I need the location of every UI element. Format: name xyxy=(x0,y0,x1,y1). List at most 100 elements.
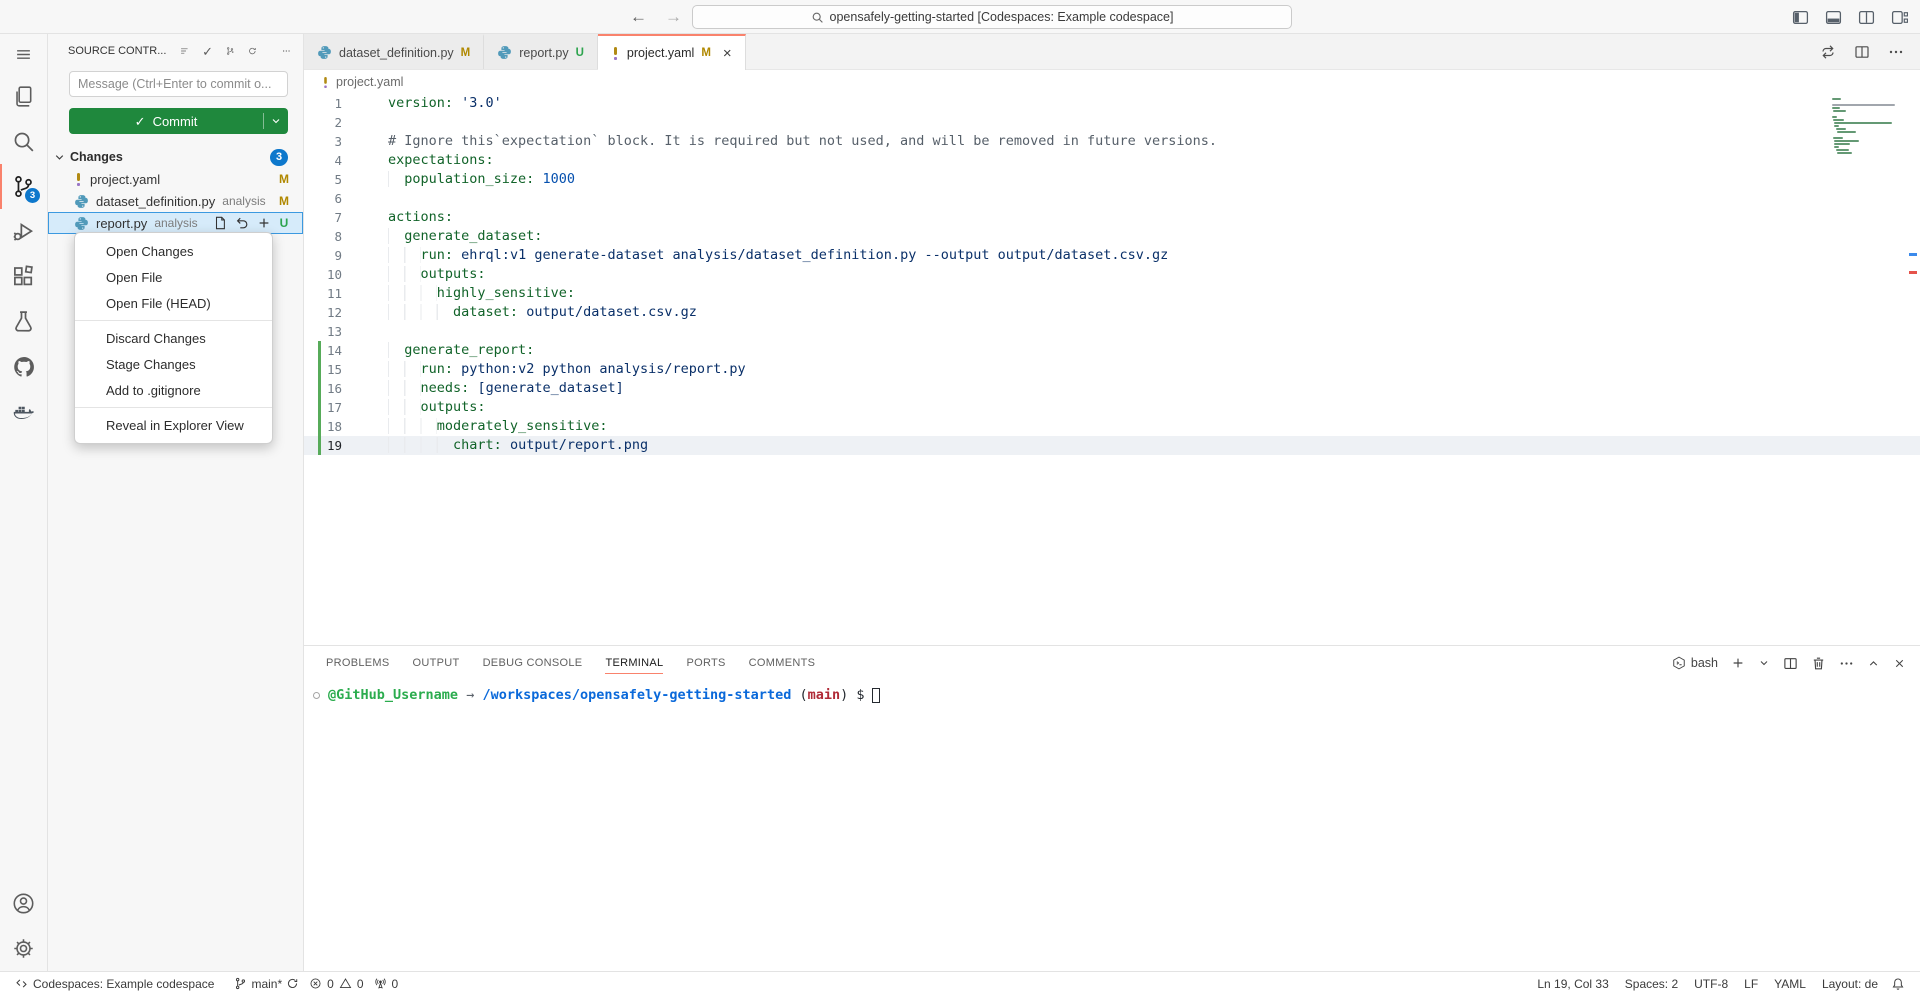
minimap[interactable] xyxy=(1832,98,1906,155)
command-center-search[interactable]: opensafely-getting-started [Codespaces: … xyxy=(692,5,1292,29)
source-control-view-icon[interactable]: 3 xyxy=(0,164,47,209)
line-number: 19 xyxy=(321,436,342,455)
scm-file-row[interactable]: project.yamlM xyxy=(48,168,303,190)
code-line[interactable]: 17 outputs: xyxy=(304,398,1920,417)
code-line[interactable]: 19 chart: output/report.png xyxy=(304,436,1920,455)
github-icon[interactable] xyxy=(0,344,47,389)
code-line[interactable]: 9 run: ehrql:v1 generate-dataset analysi… xyxy=(304,246,1920,265)
changes-section-header[interactable]: Changes 3 xyxy=(48,146,303,168)
more-actions-icon[interactable] xyxy=(1888,44,1904,60)
code-line[interactable]: 14 generate_report: xyxy=(304,341,1920,360)
status-item[interactable]: UTF-8 xyxy=(1686,977,1736,991)
ports-indicator[interactable]: 0 xyxy=(369,972,404,995)
code-line[interactable]: 16 needs: [generate_dataset] xyxy=(304,379,1920,398)
code-line[interactable]: 13 xyxy=(304,322,1920,341)
run-debug-icon[interactable] xyxy=(0,209,47,254)
back-arrow-icon[interactable]: ← xyxy=(630,7,647,27)
breadcrumb-item[interactable]: project.yaml xyxy=(336,75,403,89)
toggle-panel-icon[interactable] xyxy=(1825,9,1842,26)
terminal[interactable]: @GitHub_Username → /workspaces/opensafel… xyxy=(304,680,1920,705)
view-and-sort-icon[interactable] xyxy=(180,44,189,58)
code-line[interactable]: 4expectations: xyxy=(304,151,1920,170)
maximize-panel-chevron-icon[interactable] xyxy=(1867,657,1880,670)
more-actions-icon[interactable] xyxy=(1839,656,1854,671)
swap-changes-icon[interactable] xyxy=(1820,44,1836,60)
split-terminal-icon[interactable] xyxy=(1783,656,1798,671)
code-line[interactable]: 5 population_size: 1000 xyxy=(304,170,1920,189)
launch-profile-chevron-icon[interactable] xyxy=(1758,657,1770,669)
code-line[interactable]: 8 generate_dataset: xyxy=(304,227,1920,246)
editor-tab[interactable]: dataset_definition.pyM xyxy=(304,34,484,69)
editor-tab[interactable]: project.yamlM× xyxy=(598,34,746,70)
extensions-icon[interactable] xyxy=(0,254,47,299)
code-line[interactable]: 3# Ignore this`expectation` block. It is… xyxy=(304,132,1920,151)
panel-tab-debug-console[interactable]: DEBUG CONSOLE xyxy=(483,646,583,680)
create-branch-icon[interactable] xyxy=(226,44,235,58)
explorer-icon[interactable] xyxy=(0,74,47,119)
open-file-icon[interactable] xyxy=(213,216,227,230)
docker-icon[interactable] xyxy=(0,389,47,434)
code-line[interactable]: 1version: '3.0' xyxy=(304,94,1920,113)
panel-tab-problems[interactable]: PROBLEMS xyxy=(326,646,390,680)
close-tab-icon[interactable]: × xyxy=(723,45,732,62)
code-line[interactable]: 7actions: xyxy=(304,208,1920,227)
code-line[interactable]: 10 outputs: xyxy=(304,265,1920,284)
kill-terminal-trash-icon[interactable] xyxy=(1811,656,1826,671)
status-item[interactable]: Layout: de xyxy=(1814,977,1886,991)
code-line[interactable]: 15 run: python:v2 python analysis/report… xyxy=(304,360,1920,379)
context-menu-item[interactable]: Open Changes xyxy=(75,238,272,264)
context-menu-item[interactable]: Open File xyxy=(75,264,272,290)
refresh-icon[interactable] xyxy=(248,44,257,58)
minimap-line xyxy=(1833,137,1843,139)
problems-indicator[interactable]: 0 0 xyxy=(304,972,368,995)
code-editor[interactable]: 1version: '3.0'23# Ignore this`expectati… xyxy=(304,94,1920,645)
editor-tab[interactable]: report.pyU xyxy=(484,34,598,69)
close-panel-icon[interactable] xyxy=(1893,657,1906,670)
split-editor-layout-icon[interactable] xyxy=(1858,9,1875,26)
commit-check-icon[interactable]: ✓ xyxy=(202,45,213,58)
context-menu-item[interactable]: Open File (HEAD) xyxy=(75,290,272,316)
commit-message-input[interactable] xyxy=(69,71,288,97)
panel-tab-comments[interactable]: COMMENTS xyxy=(749,646,816,680)
search-view-icon[interactable] xyxy=(0,119,47,164)
stage-changes-icon[interactable] xyxy=(257,216,271,230)
context-menu-item[interactable]: Stage Changes xyxy=(75,351,272,377)
context-menu-item[interactable]: Discard Changes xyxy=(75,325,272,351)
status-item[interactable]: YAML xyxy=(1766,977,1814,991)
changes-label: Changes xyxy=(70,150,267,164)
context-menu-item[interactable]: Add to .gitignore xyxy=(75,377,272,403)
more-actions-icon[interactable] xyxy=(282,44,291,58)
menu-icon[interactable] xyxy=(0,34,47,74)
notifications-bell[interactable] xyxy=(1886,972,1910,995)
scm-file-row[interactable]: report.pyanalysis U xyxy=(48,212,303,234)
code-line[interactable]: 18 moderately_sensitive: xyxy=(304,417,1920,436)
new-terminal-icon[interactable] xyxy=(1731,656,1745,670)
commit-button[interactable]: ✓ Commit xyxy=(69,108,288,134)
panel-tab-output[interactable]: OUTPUT xyxy=(413,646,460,680)
scm-file-row[interactable]: dataset_definition.pyanalysisM xyxy=(48,190,303,212)
code-line[interactable]: 12 dataset: output/dataset.csv.gz xyxy=(304,303,1920,322)
line-number: 18 xyxy=(321,417,342,436)
status-item[interactable]: Ln 19, Col 33 xyxy=(1529,977,1616,991)
code-line[interactable]: 2 xyxy=(304,113,1920,132)
commit-dropdown-button[interactable] xyxy=(264,108,288,134)
toggle-sidebar-icon[interactable] xyxy=(1792,9,1809,26)
terminal-instance[interactable]: bash xyxy=(1672,656,1718,670)
status-item[interactable]: Spaces: 2 xyxy=(1617,977,1686,991)
status-item[interactable]: LF xyxy=(1736,977,1766,991)
discard-changes-icon[interactable] xyxy=(235,216,249,230)
split-editor-icon[interactable] xyxy=(1854,44,1870,60)
forward-arrow-icon[interactable]: → xyxy=(665,7,682,27)
code-line[interactable]: 11 highly_sensitive: xyxy=(304,284,1920,303)
settings-gear-icon[interactable] xyxy=(0,926,47,971)
panel-tab-ports[interactable]: PORTS xyxy=(686,646,725,680)
panel-tab-terminal[interactable]: TERMINAL xyxy=(605,646,663,680)
customize-layout-icon[interactable] xyxy=(1891,9,1908,26)
accounts-icon[interactable] xyxy=(0,881,47,926)
remote-indicator[interactable]: Codespaces: Example codespace xyxy=(10,972,219,995)
breadcrumb[interactable]: project.yaml xyxy=(304,70,1920,94)
branch-indicator[interactable]: main* xyxy=(229,972,304,995)
testing-icon[interactable] xyxy=(0,299,47,344)
context-menu-item[interactable]: Reveal in Explorer View xyxy=(75,412,272,438)
code-line[interactable]: 6 xyxy=(304,189,1920,208)
